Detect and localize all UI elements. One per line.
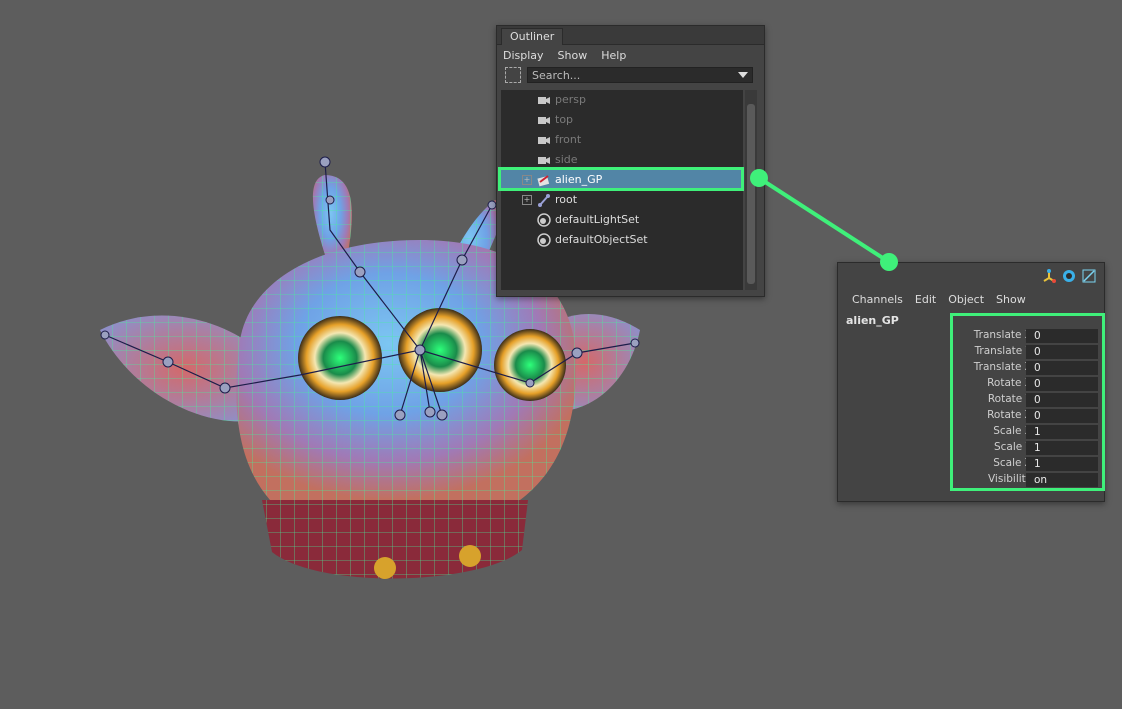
outliner-item-defaultobjectset[interactable]: defaultObjectSet [501, 230, 743, 250]
outliner-item-label: root [555, 193, 578, 206]
attr-visibility[interactable]: Visibility on [954, 472, 1100, 488]
menu-edit[interactable]: Edit [915, 293, 936, 306]
outliner-tabbar: Outliner [497, 26, 764, 45]
attr-value-field[interactable]: 0 [1026, 393, 1098, 407]
camera-icon [538, 137, 550, 144]
outliner-search-row: Search... [497, 65, 764, 87]
attr-value-field[interactable]: 0 [1026, 409, 1098, 423]
dropdown-arrow-icon[interactable] [738, 72, 748, 78]
outliner-scrollbar[interactable] [745, 90, 757, 290]
attr-value-field[interactable]: 1 [1026, 441, 1098, 455]
attr-translate-x[interactable]: Translate X0 [954, 328, 1100, 344]
attr-rotate-y[interactable]: Rotate Y0 [954, 392, 1100, 408]
outliner-item-label: side [555, 153, 578, 166]
attr-scale-z[interactable]: Scale Z1 [954, 456, 1100, 472]
outliner-item-alien-gp[interactable]: + alien_GP [501, 170, 743, 190]
outliner-item-label: front [555, 133, 582, 146]
menu-object[interactable]: Object [948, 293, 984, 306]
attribute-list: Translate X0 Translate Y0 Translate Z0 R… [954, 328, 1100, 488]
expand-icon[interactable]: + [522, 175, 532, 185]
channel-box-menubar: Channels Edit Object Show [852, 293, 1038, 306]
channel-box-topbar [838, 263, 1104, 289]
attr-value-field[interactable]: 1 [1026, 457, 1098, 471]
attr-name: Translate Y [974, 345, 1032, 357]
attr-rotate-x[interactable]: Rotate X0 [954, 376, 1100, 392]
camera-icon [538, 97, 550, 104]
set-icon [537, 233, 551, 247]
search-placeholder: Search... [532, 69, 581, 82]
attr-scale-y[interactable]: Scale Y1 [954, 440, 1100, 456]
outliner-item-top[interactable]: top [501, 110, 743, 130]
scrollbar-thumb[interactable] [747, 104, 755, 284]
outliner-item-label: defaultLightSet [555, 213, 640, 226]
outliner-tab[interactable]: Outliner [501, 28, 564, 45]
attr-value-field[interactable]: 0 [1026, 361, 1098, 375]
geometry-proxy-icon [537, 175, 550, 187]
graph-icon[interactable] [1082, 269, 1096, 283]
attr-value-field[interactable]: 1 [1026, 425, 1098, 439]
outliner-item-root[interactable]: + root [501, 190, 743, 210]
expand-icon[interactable]: + [522, 195, 532, 205]
attr-translate-z[interactable]: Translate Z0 [954, 360, 1100, 376]
menu-show[interactable]: Show [996, 293, 1026, 306]
attr-translate-y[interactable]: Translate Y0 [954, 344, 1100, 360]
outliner-menubar: Display Show Help [497, 45, 764, 65]
attr-value-field[interactable]: 0 [1026, 377, 1098, 391]
outliner-item-persp[interactable]: persp [501, 90, 743, 110]
outliner-item-side[interactable]: side [501, 150, 743, 170]
outliner-item-label: top [555, 113, 574, 126]
menu-help[interactable]: Help [601, 49, 626, 62]
attr-value-field[interactable]: on [1026, 473, 1098, 487]
object-name[interactable]: alien_GP [846, 314, 899, 327]
outliner-list[interactable]: persp top front side + alien_GP + root d… [501, 90, 743, 290]
outliner-item-defaultlightset[interactable]: defaultLightSet [501, 210, 743, 230]
filter-icon[interactable] [505, 67, 521, 83]
menu-channels[interactable]: Channels [852, 293, 903, 306]
attr-scale-x[interactable]: Scale X1 [954, 424, 1100, 440]
menu-show[interactable]: Show [558, 49, 588, 62]
attr-name: Translate Z [973, 361, 1032, 373]
joint-icon [538, 194, 550, 207]
outliner-item-label: defaultObjectSet [555, 233, 648, 246]
menu-display[interactable]: Display [503, 49, 544, 62]
outliner-panel[interactable]: Outliner Display Show Help Search... per… [496, 25, 765, 297]
outliner-item-label: alien_GP [555, 173, 603, 186]
camera-icon [538, 157, 550, 164]
attr-name: Translate X [973, 329, 1032, 341]
outliner-item-label: persp [555, 93, 586, 106]
channel-box-panel[interactable]: Channels Edit Object Show alien_GP Trans… [837, 262, 1105, 502]
search-input[interactable]: Search... [527, 67, 753, 83]
set-icon [537, 213, 551, 227]
attr-value-field[interactable]: 0 [1026, 345, 1098, 359]
camera-icon [538, 117, 550, 124]
rig-icon[interactable] [1062, 269, 1076, 283]
axis-icon[interactable] [1042, 269, 1056, 283]
outliner-item-front[interactable]: front [501, 130, 743, 150]
attr-value-field[interactable]: 0 [1026, 329, 1098, 343]
attr-rotate-z[interactable]: Rotate Z0 [954, 408, 1100, 424]
